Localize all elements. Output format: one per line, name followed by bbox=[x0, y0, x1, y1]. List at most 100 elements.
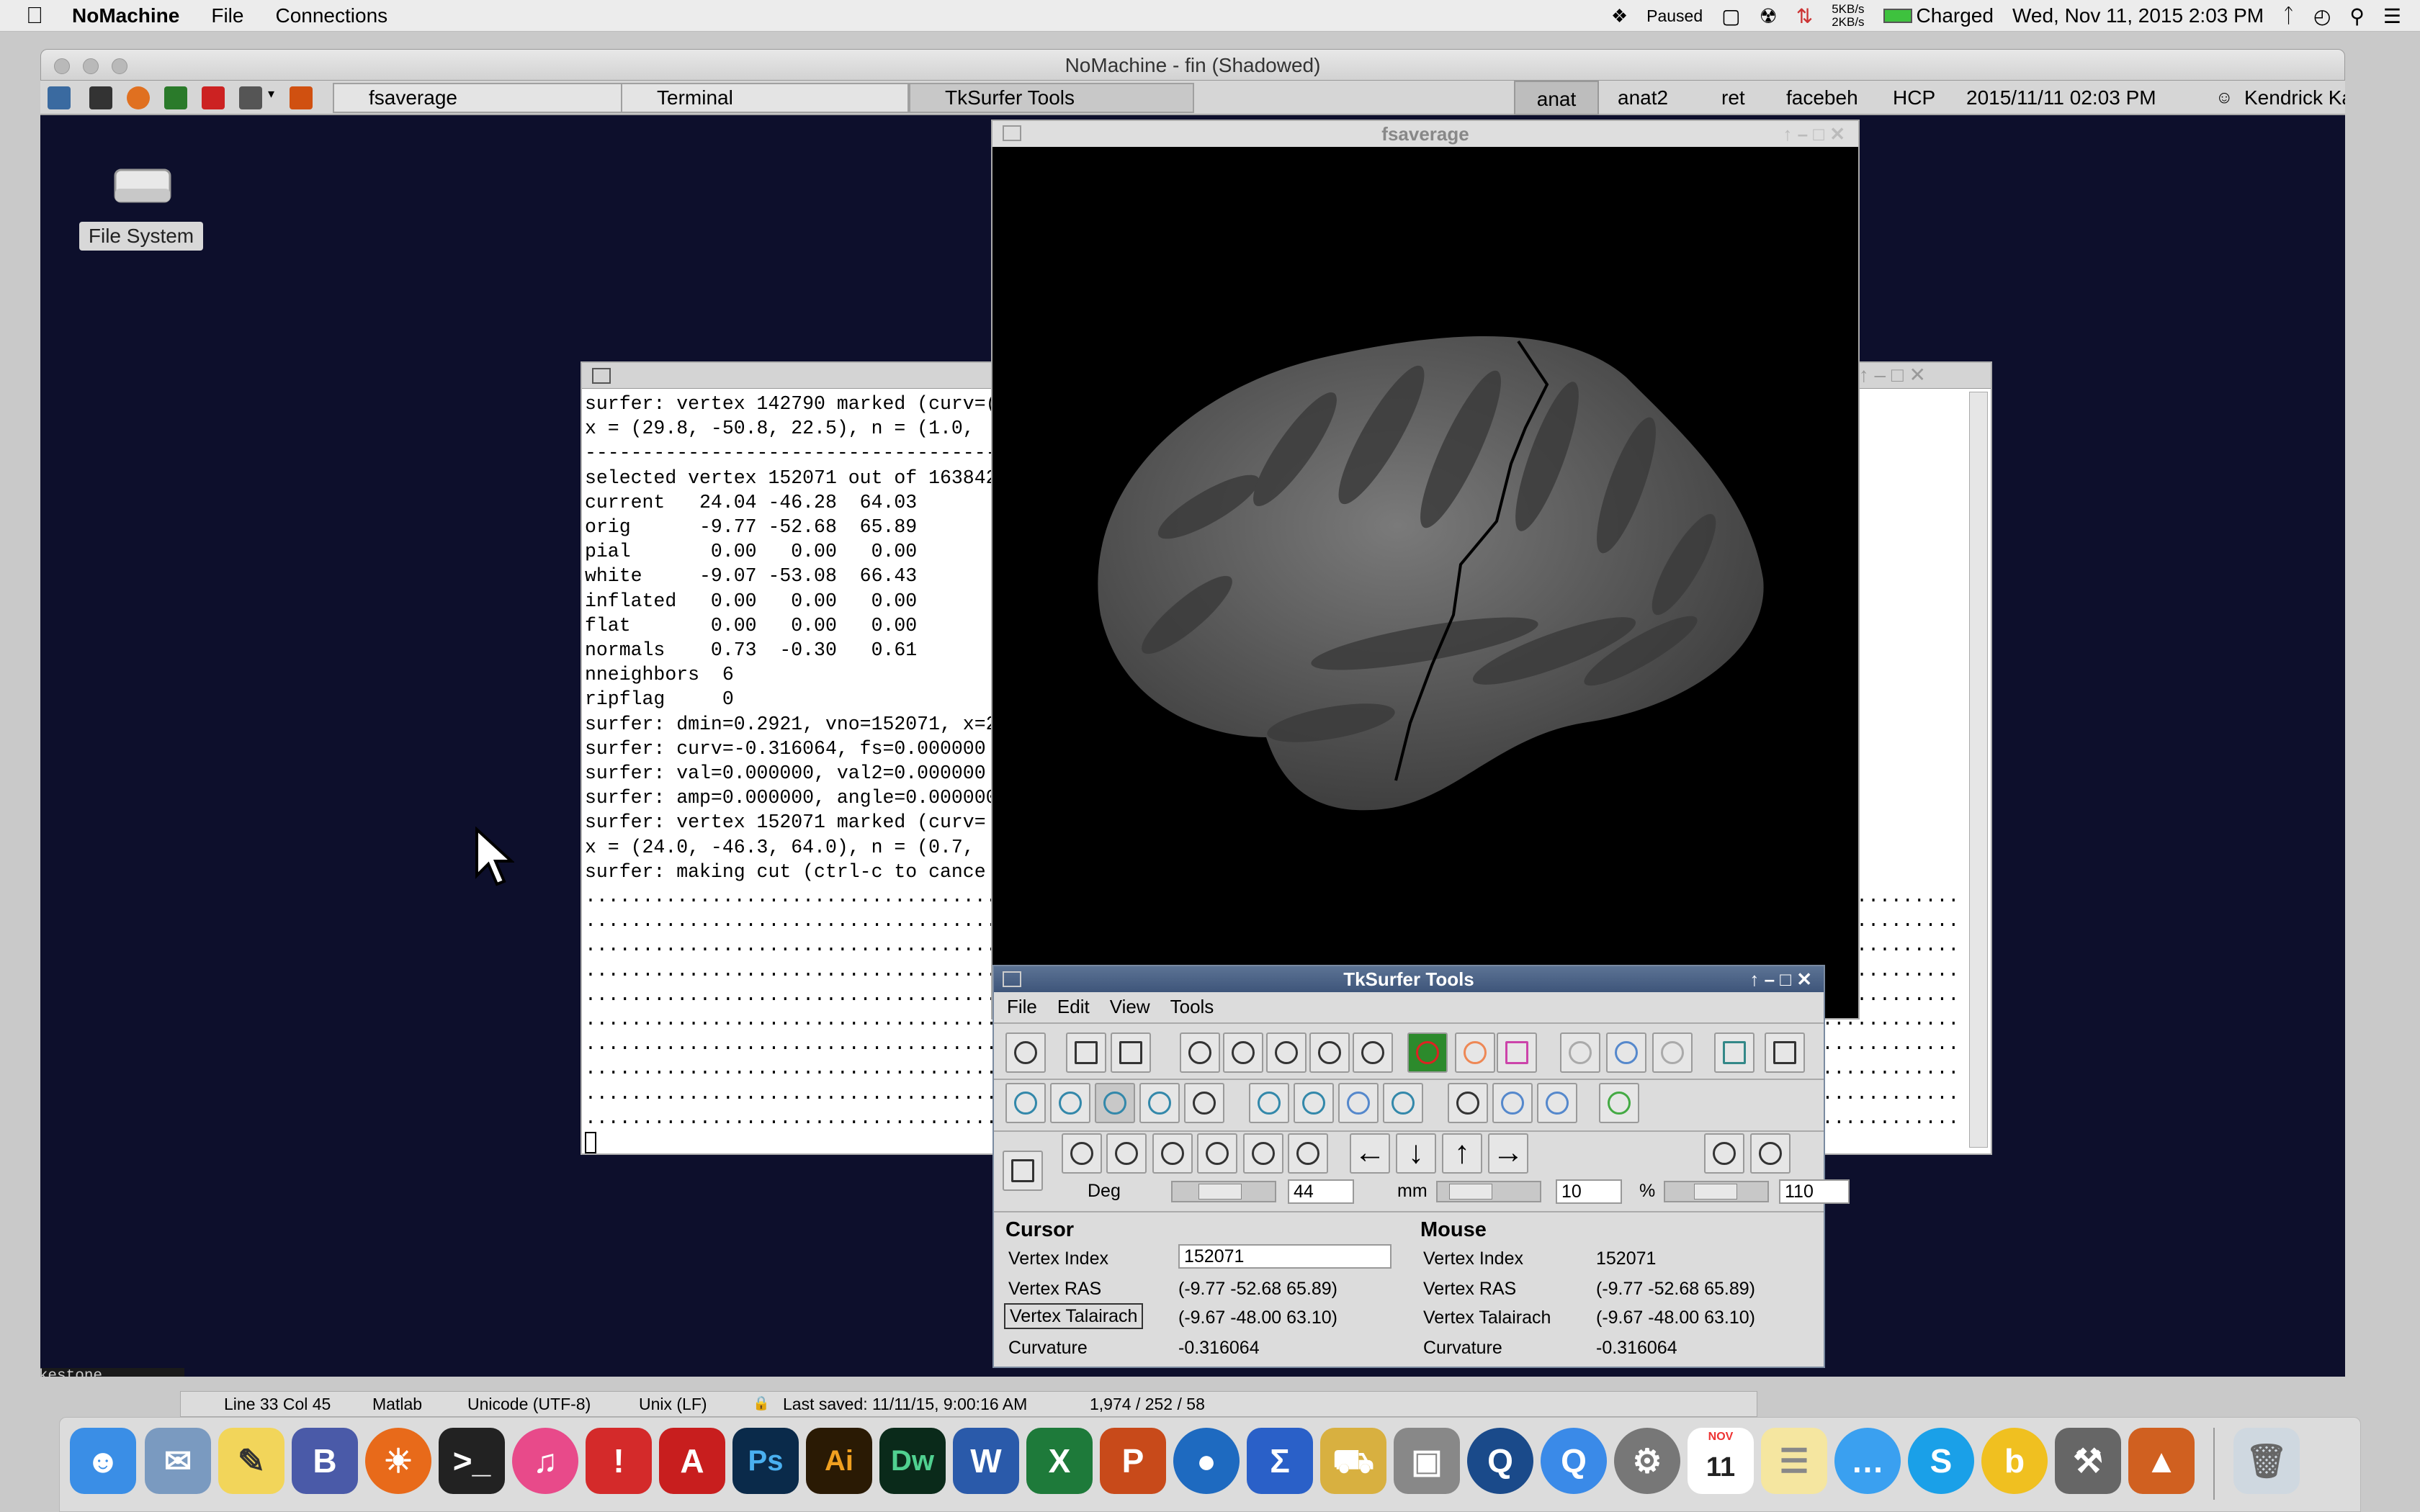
sigma-icon[interactable]: Σ bbox=[1247, 1428, 1313, 1494]
window-menu-icon[interactable] bbox=[1003, 125, 1021, 141]
cluster-button[interactable] bbox=[1448, 1083, 1488, 1123]
open-button[interactable] bbox=[1111, 1032, 1151, 1073]
utility-icon[interactable]: ⚒ bbox=[2055, 1428, 2121, 1494]
settings-launcher-icon[interactable] bbox=[239, 86, 262, 109]
stickies-icon[interactable]: ✎ bbox=[218, 1428, 284, 1494]
tk-menu-file[interactable]: File bbox=[1007, 996, 1037, 1018]
terminal-scrollbar[interactable] bbox=[1969, 392, 1988, 1148]
menu-connections[interactable]: Connections bbox=[275, 4, 387, 27]
rotate-z-ccw-button[interactable] bbox=[1288, 1133, 1328, 1174]
nomachine-icon[interactable]: ▢ bbox=[1721, 4, 1740, 28]
workspace-hcp[interactable]: HCP bbox=[1893, 81, 1935, 115]
language-status[interactable]: Matlab bbox=[372, 1392, 422, 1416]
tk-menu-tools[interactable]: Tools bbox=[1170, 996, 1214, 1018]
zoom-in-icon[interactable] bbox=[1750, 1133, 1791, 1174]
window-menu-icon[interactable] bbox=[1003, 971, 1021, 987]
arrow-right-icon[interactable]: → bbox=[1488, 1133, 1528, 1174]
line-endings-status[interactable]: Unix (LF) bbox=[639, 1392, 707, 1416]
path-tool-button[interactable] bbox=[1095, 1083, 1135, 1123]
photoshop-icon[interactable]: Ps bbox=[732, 1428, 799, 1494]
workspace-ret[interactable]: ret bbox=[1721, 81, 1745, 115]
bing-icon[interactable]: b bbox=[1981, 1428, 2048, 1494]
cut-plane-button[interactable] bbox=[1338, 1083, 1379, 1123]
arrow-down-icon[interactable]: ↓ bbox=[1396, 1133, 1436, 1174]
deg-slider[interactable] bbox=[1171, 1181, 1276, 1202]
tk-menu-view[interactable]: View bbox=[1110, 996, 1150, 1018]
curvature-button[interactable] bbox=[1407, 1032, 1448, 1073]
nomachine-titlebar[interactable]: NoMachine - fin (Shadowed) bbox=[40, 49, 2345, 81]
cursor-talairach-label[interactable]: Vertex Talairach bbox=[1004, 1303, 1144, 1329]
mail-icon[interactable]: ✉ bbox=[145, 1428, 211, 1494]
arrow-up-icon[interactable]: ↑ bbox=[1442, 1133, 1482, 1174]
firefox-icon[interactable]: ☀ bbox=[365, 1428, 431, 1494]
apps-menu-icon[interactable] bbox=[48, 86, 71, 109]
battery-status[interactable]: Charged bbox=[1917, 4, 1994, 27]
excel-icon[interactable]: X bbox=[1026, 1428, 1093, 1494]
shell-prompt[interactable]: [knkestone ~/inout]$ bbox=[40, 1368, 184, 1377]
menu-file[interactable]: File bbox=[211, 4, 243, 27]
acrobat-icon[interactable]: A bbox=[659, 1428, 725, 1494]
word-icon[interactable]: W bbox=[953, 1428, 1019, 1494]
window-controls[interactable]: ↑ – □ ✕ bbox=[1783, 121, 1845, 147]
panel-clock[interactable]: 2015/11/11 02:03 PM bbox=[1966, 81, 2156, 115]
save-button[interactable] bbox=[1066, 1032, 1106, 1073]
fill-stop-button[interactable] bbox=[1492, 1083, 1533, 1123]
save-all-button[interactable] bbox=[1765, 1032, 1805, 1073]
zoom-out-icon[interactable] bbox=[1704, 1133, 1744, 1174]
bbedit-icon[interactable]: B bbox=[292, 1428, 358, 1494]
rotate-y-ccw-button[interactable] bbox=[1243, 1133, 1283, 1174]
clock[interactable]: Wed, Nov 11, 2015 2:03 PM bbox=[2012, 4, 2264, 27]
lock-icon[interactable]: 🔒 bbox=[753, 1392, 770, 1416]
finder-icon[interactable]: ☻ bbox=[70, 1428, 136, 1494]
mm-input[interactable]: 10 bbox=[1556, 1179, 1622, 1204]
cut-closed-line-button[interactable] bbox=[1294, 1083, 1334, 1123]
cursor-vertex-index-input[interactable]: 152071 bbox=[1178, 1244, 1392, 1269]
imovie-icon[interactable]: ! bbox=[586, 1428, 652, 1494]
matlab-launcher-icon[interactable] bbox=[290, 86, 313, 109]
task-terminal[interactable]: Terminal bbox=[621, 83, 909, 113]
preview-icon[interactable]: ▣ bbox=[1394, 1428, 1460, 1494]
label-white-button[interactable] bbox=[1266, 1032, 1307, 1073]
tksurfer-titlebar[interactable]: TkSurfer Tools ↑ – □ ✕ bbox=[994, 966, 1824, 992]
label-main-button[interactable] bbox=[1180, 1032, 1220, 1073]
colorbar-button[interactable] bbox=[1497, 1032, 1537, 1073]
notification-list-icon[interactable]: ☰ bbox=[2383, 4, 2401, 28]
minimize-window-button[interactable] bbox=[83, 58, 99, 74]
label-pial-button[interactable] bbox=[1309, 1032, 1350, 1073]
system-preferences-icon[interactable]: ⚙ bbox=[1614, 1428, 1680, 1494]
transmit-icon[interactable]: ⛟ bbox=[1320, 1428, 1386, 1494]
chevron-down-icon[interactable]: ▾ bbox=[268, 86, 291, 109]
surface-main-button[interactable] bbox=[1560, 1032, 1600, 1073]
battery-icon[interactable] bbox=[1883, 9, 1912, 23]
task-tksurfer-tools[interactable]: TkSurfer Tools bbox=[909, 83, 1194, 113]
fsaverage-window[interactable]: fsaverage ↑ – □ ✕ bbox=[991, 120, 1860, 1020]
redraw-button[interactable] bbox=[1005, 1032, 1046, 1073]
close-window-button[interactable] bbox=[54, 58, 70, 74]
radiation-icon[interactable]: ☢ bbox=[1760, 4, 1778, 28]
quicktime-alt-icon[interactable]: Q bbox=[1541, 1428, 1607, 1494]
plane-tool-button[interactable] bbox=[1139, 1083, 1180, 1123]
home-icon[interactable] bbox=[1003, 1151, 1043, 1191]
quicktime-icon[interactable]: Q bbox=[1467, 1428, 1533, 1494]
rotate-x-cw-button[interactable] bbox=[1062, 1133, 1102, 1174]
illustrator-icon[interactable]: Ai bbox=[806, 1428, 872, 1494]
skype-icon[interactable]: S bbox=[1908, 1428, 1974, 1494]
user-name[interactable]: Kendrick Kay bbox=[2215, 81, 2345, 115]
hard-drive-icon[interactable] bbox=[107, 160, 179, 210]
paused-status[interactable]: Paused bbox=[1646, 6, 1703, 26]
itunes-icon[interactable]: ♫ bbox=[512, 1428, 578, 1494]
arrow-left-icon[interactable]: ← bbox=[1350, 1133, 1390, 1174]
terminal-icon[interactable]: >_ bbox=[439, 1428, 505, 1494]
remote-desktop[interactable]: ▾ fsaverage Terminal TkSurfer Tools anat… bbox=[40, 81, 2345, 1377]
rotate-z-cw-button[interactable] bbox=[1106, 1133, 1147, 1174]
wifi-icon[interactable]: ◴ bbox=[2313, 4, 2331, 28]
save-point-button[interactable] bbox=[1714, 1032, 1754, 1073]
window-controls[interactable]: ↑ – □ ✕ bbox=[1749, 966, 1812, 992]
task-fsaverage[interactable]: fsaverage bbox=[333, 83, 658, 113]
messages-icon[interactable]: … bbox=[1834, 1428, 1901, 1494]
terminal-launcher-icon[interactable] bbox=[89, 86, 112, 109]
stairs-button[interactable] bbox=[1599, 1083, 1639, 1123]
mm-slider[interactable] bbox=[1436, 1181, 1541, 1202]
dropbox-icon[interactable]: ❖ bbox=[1611, 5, 1628, 27]
tksurfer-tools-window[interactable]: TkSurfer Tools ↑ – □ ✕ File Edit View To… bbox=[992, 965, 1850, 1368]
